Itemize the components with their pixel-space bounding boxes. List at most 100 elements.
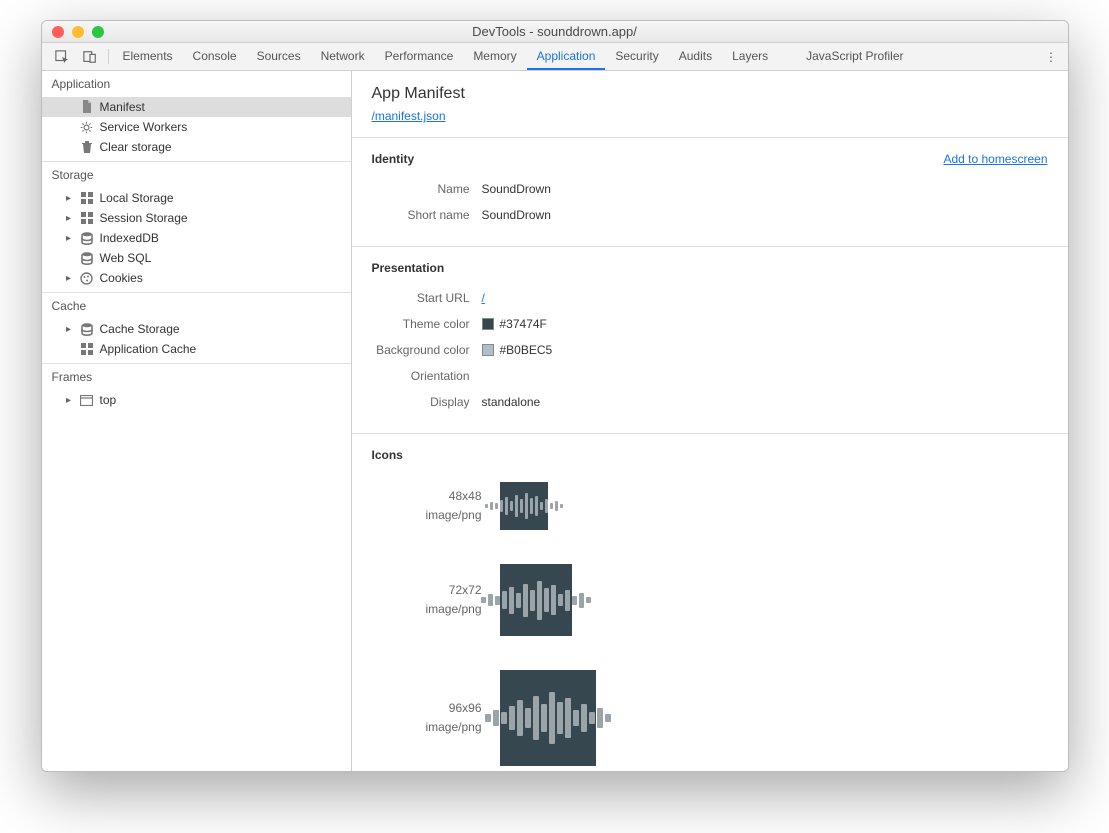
window-title: DevTools - sounddrown.app/: [42, 24, 1068, 39]
tab-console[interactable]: Console: [183, 43, 247, 70]
close-button[interactable]: [52, 26, 64, 38]
kv-label-starturl: Start URL: [372, 291, 482, 305]
icon-row-72x72: 72x72image/png: [372, 554, 1048, 660]
titlebar: DevTools - sounddrown.app/: [42, 21, 1068, 43]
sidebar-item-local-storage[interactable]: ▸Local Storage: [42, 188, 351, 208]
sidebar-item-label: top: [100, 393, 117, 407]
sidebar-item-session-storage[interactable]: ▸Session Storage: [42, 208, 351, 228]
sidebar-item-indexeddb[interactable]: ▸IndexedDB: [42, 228, 351, 248]
frame-icon: [80, 393, 94, 407]
grid-icon: [80, 191, 94, 205]
sidebar-group-application: Application Manifest Service Workers: [42, 71, 351, 162]
traffic-lights: [42, 26, 104, 38]
sidebar-item-label: Web SQL: [100, 251, 152, 265]
bg-swatch: [482, 344, 494, 356]
tab-sources[interactable]: Sources: [247, 43, 311, 70]
sidebar-item-web-sql[interactable]: Web SQL: [42, 248, 351, 268]
section-identity: Identity Add to homescreen Name SoundDro…: [352, 138, 1068, 247]
sidebar-group-cache: Cache ▸Cache Storage Application Cache: [42, 293, 351, 364]
kv-label-bg: Background color: [372, 343, 482, 357]
manifest-link[interactable]: /manifest.json: [372, 109, 446, 123]
theme-swatch: [482, 318, 494, 330]
add-to-homescreen-link[interactable]: Add to homescreen: [943, 152, 1047, 166]
sidebar-item-label: Local Storage: [100, 191, 174, 205]
tab-performance[interactable]: Performance: [375, 43, 464, 70]
sidebar-item-label: Application Cache: [100, 342, 197, 356]
file-icon: [80, 100, 94, 114]
section-title-icons: Icons: [372, 448, 1048, 462]
sidebar-header-application: Application: [42, 71, 351, 97]
sidebar-item-label: Cache Storage: [100, 322, 180, 336]
minimize-button[interactable]: [72, 26, 84, 38]
app-icon-preview: [500, 482, 548, 530]
page-title: App Manifest: [372, 85, 1048, 103]
trash-icon: [80, 140, 94, 154]
cookie-icon: [80, 271, 94, 285]
tab-memory[interactable]: Memory: [463, 43, 526, 70]
sidebar-header-frames: Frames: [42, 364, 351, 390]
app-icon-preview: [500, 564, 572, 636]
inspect-element-icon[interactable]: [48, 43, 76, 70]
app-icon-preview: [500, 670, 596, 766]
tab-layers[interactable]: Layers: [722, 43, 778, 70]
kv-label-theme: Theme color: [372, 317, 482, 331]
sidebar-group-storage: Storage ▸Local Storage▸Session Storage▸I…: [42, 162, 351, 293]
tab-security[interactable]: Security: [605, 43, 668, 70]
kv-label-name: Name: [372, 182, 482, 196]
kv-value-display: standalone: [482, 395, 541, 409]
tab-javascript-profiler[interactable]: JavaScript Profiler: [796, 43, 913, 70]
kv-label-shortname: Short name: [372, 208, 482, 222]
toggle-device-icon[interactable]: [76, 43, 104, 70]
section-title-presentation: Presentation: [372, 261, 1048, 275]
tab-elements[interactable]: Elements: [113, 43, 183, 70]
manifest-panel: App Manifest /manifest.json Identity Add…: [352, 71, 1068, 771]
sidebar-item-manifest[interactable]: Manifest: [42, 97, 351, 117]
sidebar-header-storage: Storage: [42, 162, 351, 188]
db-icon: [80, 251, 94, 265]
manifest-header: App Manifest /manifest.json: [352, 71, 1068, 138]
icon-meta: 96x96image/png: [372, 699, 482, 737]
sidebar-item-label: Manifest: [100, 100, 145, 114]
kv-value-bg: #B0BEC5: [482, 343, 553, 357]
sidebar-item-label: Clear storage: [100, 140, 172, 154]
sidebar-item-service-workers[interactable]: Service Workers: [42, 117, 351, 137]
sidebar-group-frames: Frames ▸top: [42, 364, 351, 414]
section-title-identity: Identity: [372, 152, 944, 166]
db-icon: [80, 322, 94, 336]
sidebar-item-label: IndexedDB: [100, 231, 159, 245]
icon-meta: 48x48image/png: [372, 487, 482, 525]
kv-value-name: SoundDrown: [482, 182, 551, 196]
icon-meta: 72x72image/png: [372, 581, 482, 619]
section-icons: Icons 48x48image/png 72x72image/png 96x96i…: [352, 434, 1068, 771]
kv-value-theme: #37474F: [482, 317, 547, 331]
db-icon: [80, 231, 94, 245]
sidebar-item-label: Cookies: [100, 271, 143, 285]
start-url-link[interactable]: /: [482, 291, 485, 305]
icon-row-96x96: 96x96image/png: [372, 660, 1048, 771]
tabstrip: ElementsConsoleSourcesNetworkPerformance…: [42, 43, 1068, 71]
sidebar-item-clear-storage[interactable]: Clear storage: [42, 137, 351, 157]
sidebar-header-cache: Cache: [42, 293, 351, 319]
application-sidebar: Application Manifest Service Workers: [42, 71, 352, 771]
tab-application[interactable]: Application: [527, 43, 606, 70]
icon-row-48x48: 48x48image/png: [372, 472, 1048, 554]
kv-value-shortname: SoundDrown: [482, 208, 551, 222]
grid-icon: [80, 342, 94, 356]
tab-network[interactable]: Network: [311, 43, 375, 70]
more-options-icon[interactable]: ⋮: [1042, 43, 1062, 70]
grid-icon: [80, 211, 94, 225]
sidebar-item-cache-storage[interactable]: ▸Cache Storage: [42, 319, 351, 339]
tab-audits[interactable]: Audits: [669, 43, 722, 70]
kv-label-orientation: Orientation: [372, 369, 482, 383]
sidebar-item-label: Session Storage: [100, 211, 188, 225]
sidebar-item-cookies[interactable]: ▸Cookies: [42, 268, 351, 288]
sidebar-item-label: Service Workers: [100, 120, 188, 134]
zoom-button[interactable]: [92, 26, 104, 38]
section-presentation: Presentation Start URL / Theme color #37…: [352, 247, 1068, 434]
separator: [108, 49, 109, 64]
gear-icon: [80, 120, 94, 134]
devtools-window: DevTools - sounddrown.app/ ElementsConso…: [41, 20, 1069, 772]
sidebar-item-application-cache[interactable]: Application Cache: [42, 339, 351, 359]
kv-label-display: Display: [372, 395, 482, 409]
sidebar-item-top[interactable]: ▸top: [42, 390, 351, 410]
